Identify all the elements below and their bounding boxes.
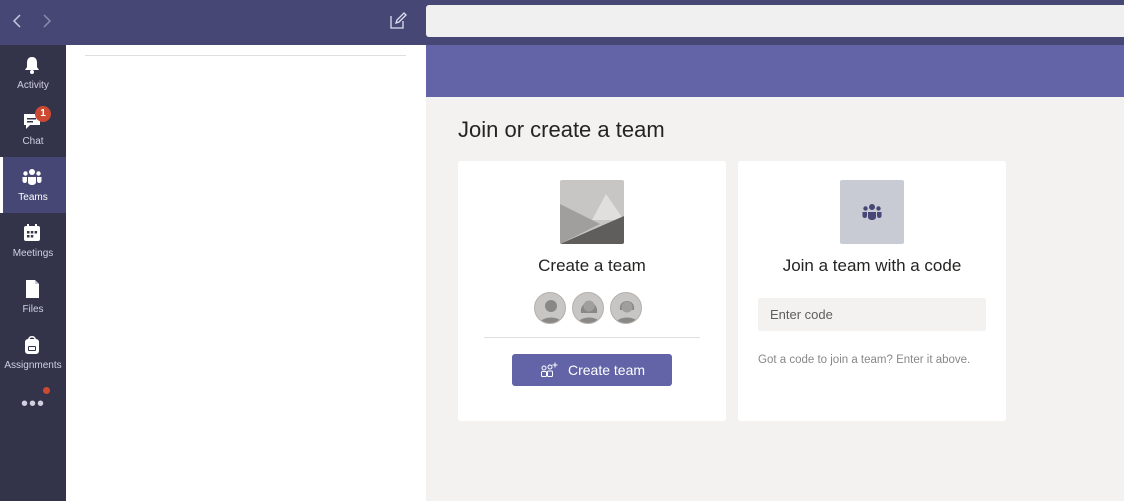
header-banner [426, 45, 1124, 97]
rail-item-assignments[interactable]: Assignments [0, 325, 66, 381]
chevron-left-icon [12, 14, 21, 28]
create-team-button-label: Create team [568, 362, 646, 378]
teams-icon [22, 169, 42, 185]
person-icon [615, 301, 639, 323]
bell-icon [25, 57, 39, 74]
page-title: Join or create a team [458, 117, 665, 142]
person-icon [539, 300, 563, 323]
rail-label: Assignments [4, 360, 62, 371]
create-team-card: Create a team Create team [458, 161, 726, 421]
team-image-placeholder [560, 180, 624, 244]
image-icon [560, 180, 624, 244]
rail-item-teams[interactable]: Teams [0, 157, 66, 213]
title-bar [0, 0, 1124, 45]
calendar-icon [24, 224, 40, 241]
teams-list-pane [66, 45, 426, 501]
divider [484, 337, 700, 338]
avatar [534, 292, 566, 324]
chevron-right-icon [43, 14, 52, 28]
join-team-image [840, 180, 904, 244]
rail-item-meetings[interactable]: Meetings [0, 213, 66, 269]
avatar-group [534, 292, 650, 326]
join-team-title: Join a team with a code [782, 256, 962, 275]
divider [85, 55, 406, 56]
rail-label: Meetings [12, 248, 54, 259]
add-team-icon [541, 362, 558, 377]
avatar [572, 292, 604, 324]
rail-label: Chat [22, 136, 44, 147]
team-code-input[interactable] [758, 298, 986, 331]
create-team-title: Create a team [538, 256, 646, 275]
create-team-button[interactable]: Create team [512, 354, 672, 386]
file-icon [26, 280, 39, 298]
join-team-card: Join a team with a code Got a code to jo… [738, 161, 1006, 421]
backpack-icon [25, 336, 39, 354]
rail-item-activity[interactable]: Activity [0, 45, 66, 101]
search-input[interactable] [426, 5, 1124, 37]
avatar [610, 292, 642, 324]
teams-icon [862, 204, 882, 220]
new-chat-button[interactable] [388, 11, 408, 31]
person-icon [577, 300, 601, 323]
join-hint-text: Got a code to join a team? Enter it abov… [758, 354, 971, 366]
unread-badge: 1 [35, 106, 51, 122]
back-button[interactable] [8, 10, 28, 32]
rail-item-chat[interactable]: 1 Chat [0, 101, 66, 157]
main-content: Join or create a team Create a team Crea… [426, 45, 1124, 501]
more-apps-button[interactable]: ••• [18, 394, 48, 418]
compose-icon [390, 12, 407, 29]
rail-label: Activity [17, 80, 49, 91]
forward-button[interactable] [36, 10, 56, 32]
rail-label: Files [22, 304, 44, 315]
rail-label: Teams [18, 192, 48, 203]
app-rail: Activity 1 Chat Teams Meetings Files Ass… [0, 45, 66, 501]
rail-item-files[interactable]: Files [0, 269, 66, 325]
